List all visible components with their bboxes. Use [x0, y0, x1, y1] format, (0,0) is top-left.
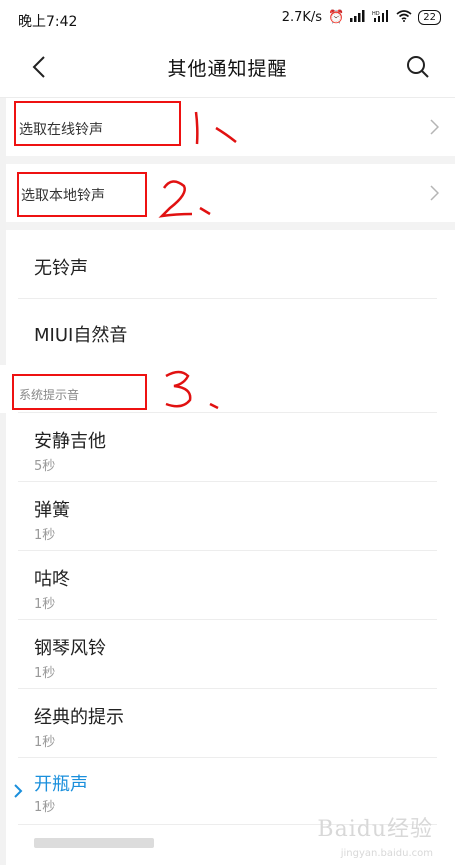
partial-item-title [34, 838, 154, 848]
status-icons: 2.7K/s ⏰ HD 22 [282, 10, 441, 25]
status-bar: 晚上7:42 2.7K/s ⏰ HD 22 [0, 0, 455, 36]
sound-title: 安静吉他 [34, 431, 106, 452]
item-title: MIUI自然音 [34, 325, 128, 346]
sound-item[interactable]: 安静吉他 5秒 [0, 413, 455, 481]
list-item[interactable]: 无铃声 [0, 230, 455, 298]
sound-duration: 1秒 [34, 597, 56, 612]
annotation-box [12, 374, 147, 410]
sound-duration: 5秒 [34, 459, 56, 474]
search-button[interactable] [401, 50, 435, 84]
sound-duration: 1秒 [34, 666, 56, 681]
sound-title: 开瓶声 [34, 774, 88, 795]
selected-indicator-icon [14, 784, 23, 798]
search-icon [407, 56, 429, 78]
sound-item[interactable]: 弹簧 1秒 [0, 482, 455, 550]
item-title: 无铃声 [34, 258, 88, 279]
signal-icon [350, 10, 366, 25]
annotation-number-2 [158, 180, 211, 218]
status-time: 晚上7:42 [18, 14, 78, 30]
sound-item[interactable]: 经典的提示 1秒 [0, 689, 455, 757]
section-gap [0, 156, 455, 164]
chevron-right-icon [430, 185, 439, 201]
alarm-icon: ⏰ [328, 10, 345, 25]
battery-icon: 22 [418, 10, 441, 25]
annotation-number-1 [194, 111, 237, 145]
sound-title: 弹簧 [34, 500, 70, 521]
sound-duration: 1秒 [34, 735, 56, 750]
sound-duration: 1秒 [34, 800, 56, 815]
annotation-box [17, 172, 147, 217]
watermark: Baidu经验 [317, 817, 433, 842]
annotation-number-3 [165, 370, 219, 410]
hd-signal-icon: HD [372, 10, 390, 25]
chevron-right-icon [430, 119, 439, 135]
sound-title: 经典的提示 [34, 707, 124, 728]
sound-duration: 1秒 [34, 528, 56, 543]
network-speed: 2.7K/s [281, 10, 323, 25]
page-title: 其他通知提醒 [167, 58, 288, 80]
watermark-url: jingyan.baidu.com [340, 848, 433, 859]
title-bar: 其他通知提醒 [0, 36, 455, 98]
annotation-box [14, 101, 181, 146]
sound-title: 钢琴风铃 [34, 638, 106, 659]
sound-title: 咕咚 [34, 569, 70, 590]
section-gap [0, 222, 455, 230]
sound-item[interactable]: 钢琴风铃 1秒 [0, 620, 455, 688]
list-item[interactable]: MIUI自然音 [0, 299, 455, 365]
sound-item[interactable]: 咕咚 1秒 [0, 551, 455, 619]
wifi-icon [396, 10, 412, 25]
